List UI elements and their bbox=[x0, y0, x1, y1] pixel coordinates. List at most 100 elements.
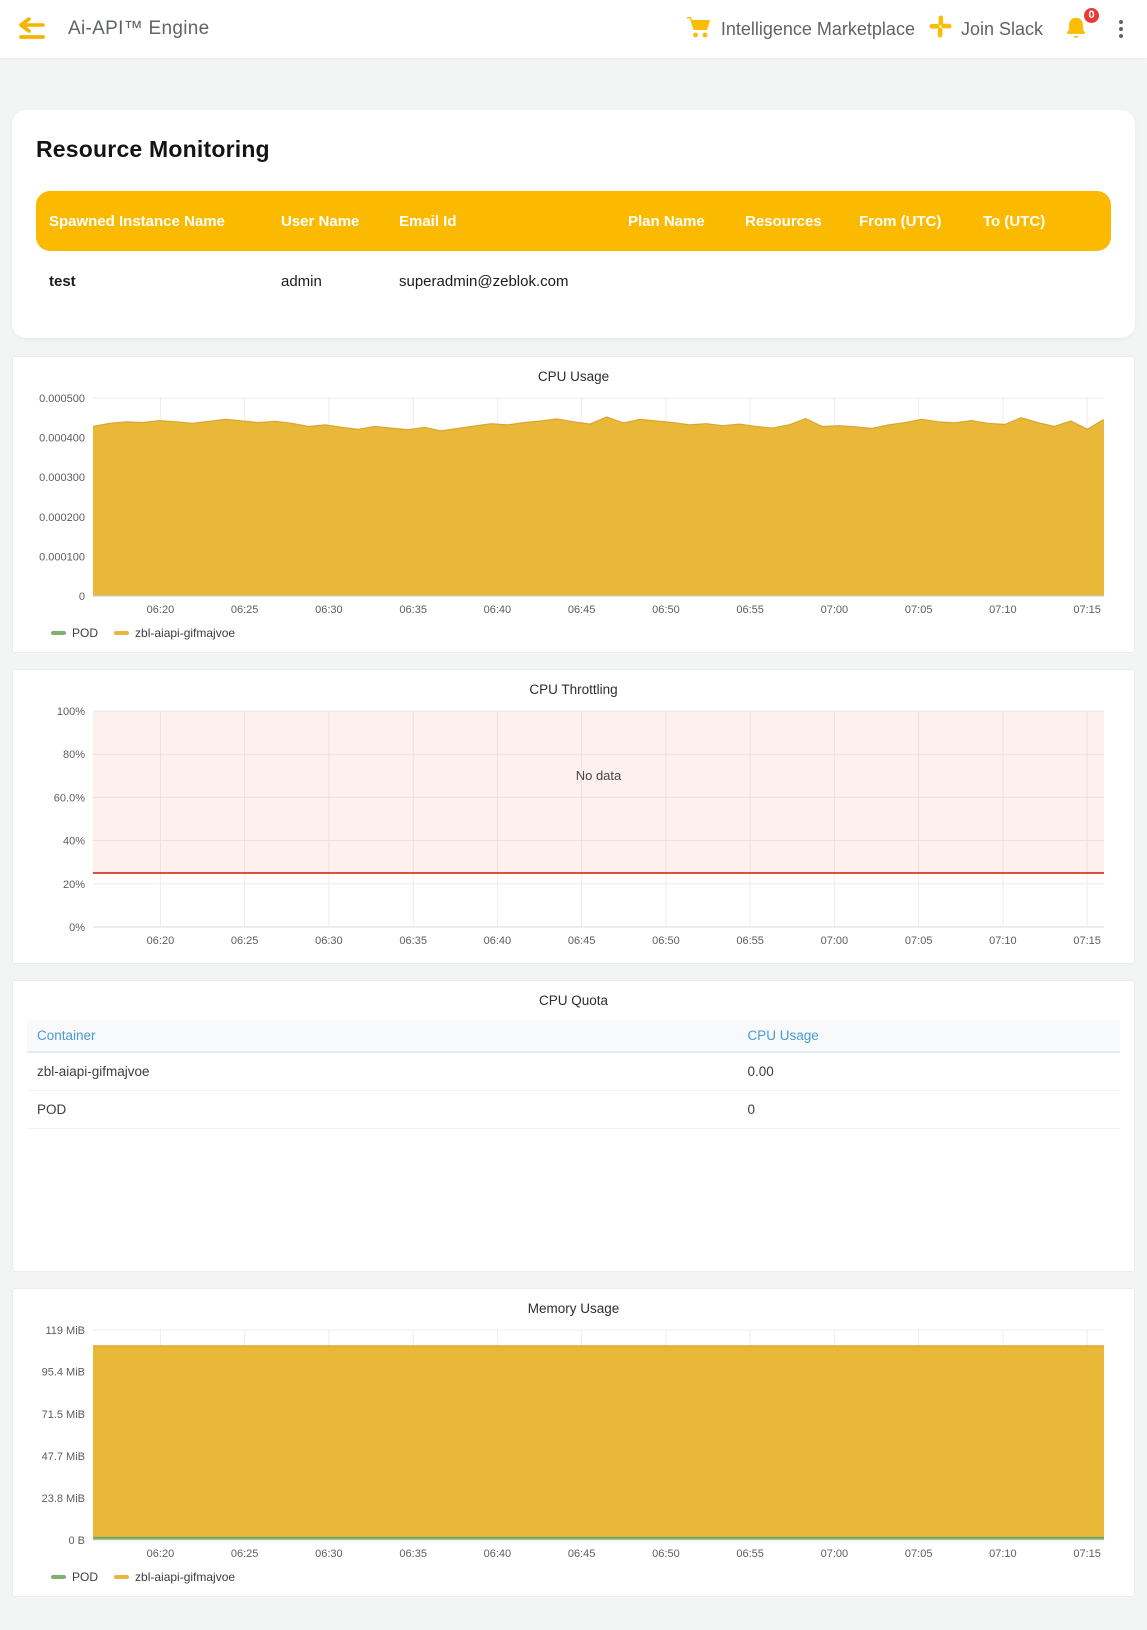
quota-col-cpu-usage[interactable]: CPU Usage bbox=[737, 1020, 1120, 1052]
back-arrow-icon[interactable] bbox=[14, 13, 50, 45]
quota-cell: 0 bbox=[737, 1091, 1120, 1129]
cpu-quota-table: Container CPU Usage zbl-aiapi-gifmajvoe0… bbox=[27, 1020, 1120, 1129]
join-slack-label: Join Slack bbox=[961, 19, 1043, 40]
svg-text:07:10: 07:10 bbox=[989, 1548, 1017, 1560]
more-menu-icon[interactable] bbox=[1113, 16, 1129, 42]
legend-item[interactable]: POD bbox=[51, 626, 98, 640]
instance-name-cell: test bbox=[49, 273, 281, 290]
memory-usage-panel: Memory Usage 119 MiB95.4 MiB71.5 MiB47.7… bbox=[12, 1288, 1135, 1597]
svg-text:06:40: 06:40 bbox=[484, 1548, 512, 1560]
quota-col-container[interactable]: Container bbox=[27, 1020, 737, 1052]
quota-cell: POD bbox=[27, 1091, 737, 1129]
svg-text:06:35: 06:35 bbox=[399, 1548, 427, 1560]
marketplace-button[interactable]: Intelligence Marketplace bbox=[686, 15, 915, 44]
legend-item[interactable]: zbl-aiapi-gifmajvoe bbox=[114, 1570, 235, 1584]
svg-text:06:20: 06:20 bbox=[147, 1548, 175, 1560]
col-user-name: User Name bbox=[281, 213, 399, 230]
col-plan-name: Plan Name bbox=[628, 213, 745, 230]
cpu-quota-title: CPU Quota bbox=[27, 989, 1120, 1014]
svg-text:06:30: 06:30 bbox=[315, 1548, 343, 1560]
svg-text:47.7 MiB: 47.7 MiB bbox=[42, 1451, 85, 1463]
svg-text:07:05: 07:05 bbox=[905, 935, 933, 947]
svg-text:06:20: 06:20 bbox=[147, 935, 175, 947]
svg-text:06:35: 06:35 bbox=[399, 935, 427, 947]
email-cell: superadmin@zeblok.com bbox=[399, 273, 628, 290]
svg-text:20%: 20% bbox=[63, 879, 85, 891]
cpu-usage-panel: CPU Usage 0.0005000.0004000.0003000.0002… bbox=[12, 356, 1135, 653]
svg-text:23.8 MiB: 23.8 MiB bbox=[42, 1493, 85, 1505]
memory-usage-legend: POD zbl-aiapi-gifmajvoe bbox=[27, 1566, 1120, 1586]
legend-label: POD bbox=[72, 1570, 98, 1584]
col-resources: Resources bbox=[745, 213, 859, 230]
memory-usage-chart[interactable]: 119 MiB95.4 MiB71.5 MiB47.7 MiB23.8 MiB0… bbox=[27, 1322, 1122, 1566]
legend-label: zbl-aiapi-gifmajvoe bbox=[135, 626, 235, 640]
svg-text:0.000300: 0.000300 bbox=[39, 472, 85, 484]
quota-cell: zbl-aiapi-gifmajvoe bbox=[27, 1052, 737, 1091]
col-from-utc: From (UTC) bbox=[859, 213, 983, 230]
quota-row: POD0 bbox=[27, 1091, 1120, 1129]
svg-text:0 B: 0 B bbox=[68, 1535, 85, 1547]
cpu-usage-title: CPU Usage bbox=[27, 365, 1120, 390]
svg-text:0.000200: 0.000200 bbox=[39, 512, 85, 524]
svg-text:06:25: 06:25 bbox=[231, 604, 259, 616]
cpu-usage-legend: POD zbl-aiapi-gifmajvoe bbox=[27, 622, 1120, 642]
resource-monitoring-card: Resource Monitoring Spawned Instance Nam… bbox=[12, 110, 1135, 338]
notifications-button[interactable]: 0 bbox=[1063, 15, 1089, 44]
svg-text:06:50: 06:50 bbox=[652, 935, 680, 947]
join-slack-button[interactable]: Join Slack bbox=[929, 15, 1043, 43]
svg-text:06:55: 06:55 bbox=[736, 1548, 764, 1560]
svg-text:07:15: 07:15 bbox=[1073, 604, 1101, 616]
svg-text:80%: 80% bbox=[63, 749, 85, 761]
col-to-utc: To (UTC) bbox=[983, 213, 1101, 230]
svg-text:07:15: 07:15 bbox=[1073, 935, 1101, 947]
svg-text:06:30: 06:30 bbox=[315, 935, 343, 947]
legend-swatch bbox=[51, 1575, 66, 1579]
slack-icon bbox=[929, 15, 952, 43]
top-navbar: Ai-API™ Engine Intelligence Marketplace bbox=[0, 0, 1147, 58]
svg-text:07:00: 07:00 bbox=[821, 1548, 849, 1560]
legend-swatch bbox=[114, 631, 129, 635]
cpu-quota-panel: CPU Quota Container CPU Usage zbl-aiapi-… bbox=[12, 980, 1135, 1272]
cpu-throttling-panel: CPU Throttling 100%80%60.0%40%20%0%06:20… bbox=[12, 669, 1135, 964]
svg-text:06:35: 06:35 bbox=[399, 604, 427, 616]
svg-text:06:40: 06:40 bbox=[484, 935, 512, 947]
svg-text:07:00: 07:00 bbox=[821, 604, 849, 616]
svg-text:06:30: 06:30 bbox=[315, 604, 343, 616]
svg-text:No data: No data bbox=[576, 768, 622, 783]
svg-text:06:50: 06:50 bbox=[652, 604, 680, 616]
svg-text:06:20: 06:20 bbox=[147, 604, 175, 616]
svg-text:06:40: 06:40 bbox=[484, 604, 512, 616]
svg-text:07:05: 07:05 bbox=[905, 604, 933, 616]
svg-text:06:25: 06:25 bbox=[231, 1548, 259, 1560]
cpu-throttling-title: CPU Throttling bbox=[27, 678, 1120, 703]
svg-text:06:45: 06:45 bbox=[568, 1548, 596, 1560]
legend-item[interactable]: zbl-aiapi-gifmajvoe bbox=[114, 626, 235, 640]
instance-row[interactable]: test admin superadmin@zeblok.com bbox=[36, 251, 1111, 296]
svg-text:06:45: 06:45 bbox=[568, 935, 596, 947]
quota-row: zbl-aiapi-gifmajvoe0.00 bbox=[27, 1052, 1120, 1091]
svg-text:0.000400: 0.000400 bbox=[39, 433, 85, 445]
page-title: Resource Monitoring bbox=[36, 136, 1111, 163]
svg-text:06:55: 06:55 bbox=[736, 935, 764, 947]
legend-swatch bbox=[51, 631, 66, 635]
svg-text:60.0%: 60.0% bbox=[54, 792, 85, 804]
svg-text:0.000100: 0.000100 bbox=[39, 551, 85, 563]
legend-item[interactable]: POD bbox=[51, 1570, 98, 1584]
svg-text:07:00: 07:00 bbox=[821, 935, 849, 947]
cpu-throttling-chart[interactable]: 100%80%60.0%40%20%0%06:2006:2506:3006:35… bbox=[27, 703, 1122, 953]
cpu-usage-chart[interactable]: 0.0005000.0004000.0003000.0002000.000100… bbox=[27, 390, 1122, 622]
svg-text:95.4 MiB: 95.4 MiB bbox=[42, 1367, 85, 1379]
svg-text:07:05: 07:05 bbox=[905, 1548, 933, 1560]
app-title: Ai-API™ Engine bbox=[68, 18, 210, 40]
svg-text:0: 0 bbox=[79, 591, 85, 603]
quota-cell: 0.00 bbox=[737, 1052, 1120, 1091]
svg-text:100%: 100% bbox=[57, 706, 85, 718]
svg-text:40%: 40% bbox=[63, 836, 85, 848]
svg-text:07:15: 07:15 bbox=[1073, 1548, 1101, 1560]
quota-table-body: zbl-aiapi-gifmajvoe0.00POD0 bbox=[27, 1052, 1120, 1129]
svg-text:06:50: 06:50 bbox=[652, 1548, 680, 1560]
cart-icon bbox=[686, 15, 712, 44]
svg-text:06:45: 06:45 bbox=[568, 604, 596, 616]
col-spawned-instance-name: Spawned Instance Name bbox=[49, 213, 281, 230]
bell-icon bbox=[1063, 29, 1089, 44]
